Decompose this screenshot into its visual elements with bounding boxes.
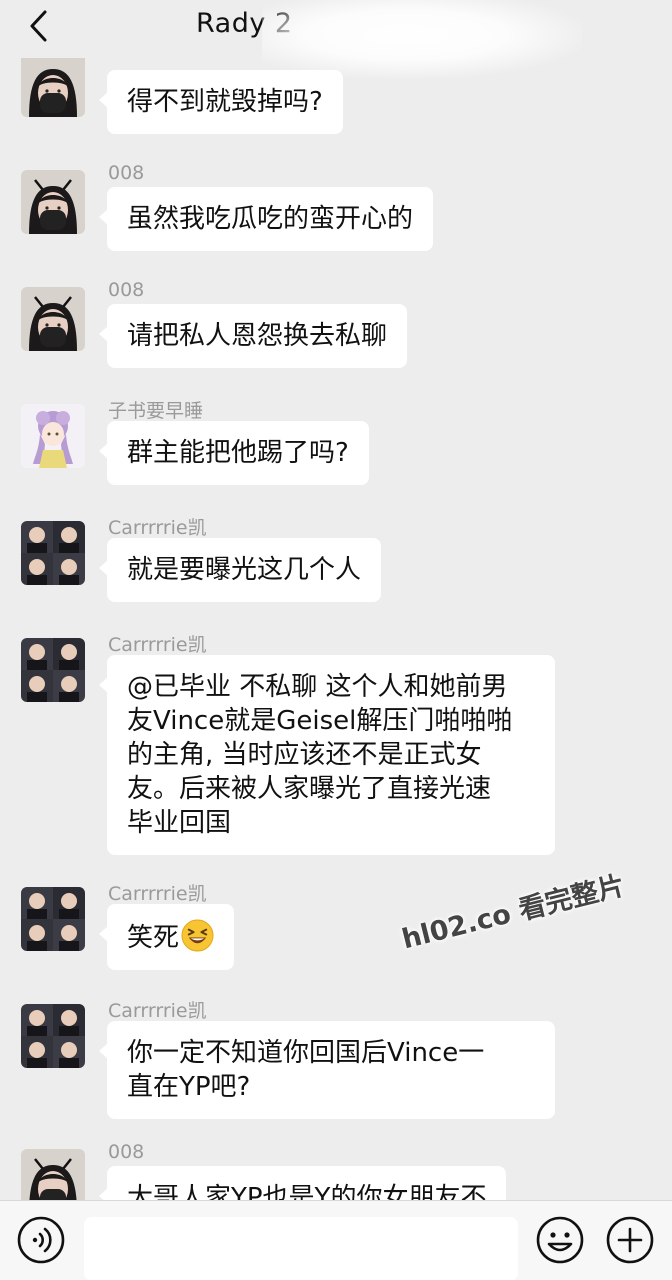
chat-area[interactable]: 得不到就毁掉吗? 008 虽然我吃瓜吃的蛮开心的 008 请把私人恩怨换去私聊 …	[0, 0, 672, 1200]
chevron-left-icon	[30, 10, 47, 42]
message-text: 笑死	[127, 923, 180, 953]
message-text-line: 的主角, 当时应该还不是正式女	[127, 740, 482, 770]
plus-icon	[606, 1216, 654, 1264]
message-input[interactable]	[84, 1217, 518, 1280]
sender-name: 008	[108, 1141, 145, 1163]
chat-header: Rady 2	[0, 0, 672, 78]
message-text: 群主能把他踢了吗?	[127, 438, 349, 468]
title-redaction-smudge	[262, 0, 582, 78]
message-bubble[interactable]: 你一定不知道你回国后Vince一 直在YP吧?	[99, 1021, 555, 1119]
more-button[interactable]	[604, 1214, 656, 1266]
message-text: 得不到就毁掉吗?	[127, 87, 323, 117]
sender-name: Carrrrrie凯	[108, 634, 207, 656]
message-text-line: 毕业回国	[127, 808, 232, 838]
message-bubble[interactable]: @已毕业 不私聊 这个人和她前男 友Vince就是Geisel解压门啪啪啪 的主…	[99, 655, 555, 855]
message-bubble[interactable]: 群主能把他踢了吗?	[99, 421, 369, 485]
message-bubble[interactable]: 笑死	[98, 904, 235, 970]
avatar[interactable]	[21, 404, 85, 468]
voice-input-button[interactable]	[15, 1214, 67, 1266]
voice-input-icon	[17, 1216, 65, 1264]
message-text-line: 你一定不知道你回国后Vince一	[127, 1038, 485, 1068]
message-text: 就是要曝光这几个人	[127, 555, 362, 585]
avatar[interactable]	[21, 1149, 85, 1200]
avatar[interactable]	[21, 1004, 85, 1068]
message-text-line: 直在YP吧?	[127, 1072, 251, 1102]
avatar[interactable]	[21, 521, 85, 585]
avatar[interactable]	[21, 887, 85, 951]
avatar[interactable]	[21, 638, 85, 702]
message-text-line: @已毕业 不私聊 这个人和她前男	[127, 672, 508, 702]
message-bubble[interactable]: 请把私人恩怨换去私聊	[98, 304, 408, 368]
avatar[interactable]	[21, 170, 85, 234]
message-bubble[interactable]: 就是要曝光这几个人	[98, 538, 382, 602]
message-bubble[interactable]: 大哥人家YP也是Y的你女朋友不	[98, 1166, 507, 1200]
sender-name: Carrrrrie凯	[108, 517, 207, 539]
message-text-line: 友Vince就是Geisel解压门啪啪啪	[127, 706, 513, 736]
avatar[interactable]	[21, 287, 85, 351]
sender-name: Carrrrrie凯	[108, 883, 207, 905]
message-text: 请把私人恩怨换去私聊	[127, 321, 388, 351]
back-button[interactable]	[18, 6, 58, 46]
sender-name: 008	[108, 162, 145, 184]
laughing-emoji-icon	[181, 919, 214, 952]
smiley-icon	[536, 1216, 584, 1264]
message-bubble[interactable]: 虽然我吃瓜吃的蛮开心的	[98, 187, 434, 251]
sender-name: Carrrrrie凯	[108, 1000, 207, 1022]
input-bar	[0, 1200, 672, 1280]
message-bubble[interactable]: 得不到就毁掉吗?	[99, 70, 343, 134]
sender-name: 子书要早睡	[108, 400, 204, 422]
avatar[interactable]	[21, 53, 85, 117]
message-text: 虽然我吃瓜吃的蛮开心的	[127, 204, 414, 234]
message-text-line: 友。后来被人家曝光了直接光速	[127, 774, 492, 804]
message-text: 大哥人家YP也是Y的你女朋友不	[127, 1183, 487, 1200]
emoji-button[interactable]	[534, 1214, 586, 1266]
sender-name: 008	[108, 279, 145, 301]
